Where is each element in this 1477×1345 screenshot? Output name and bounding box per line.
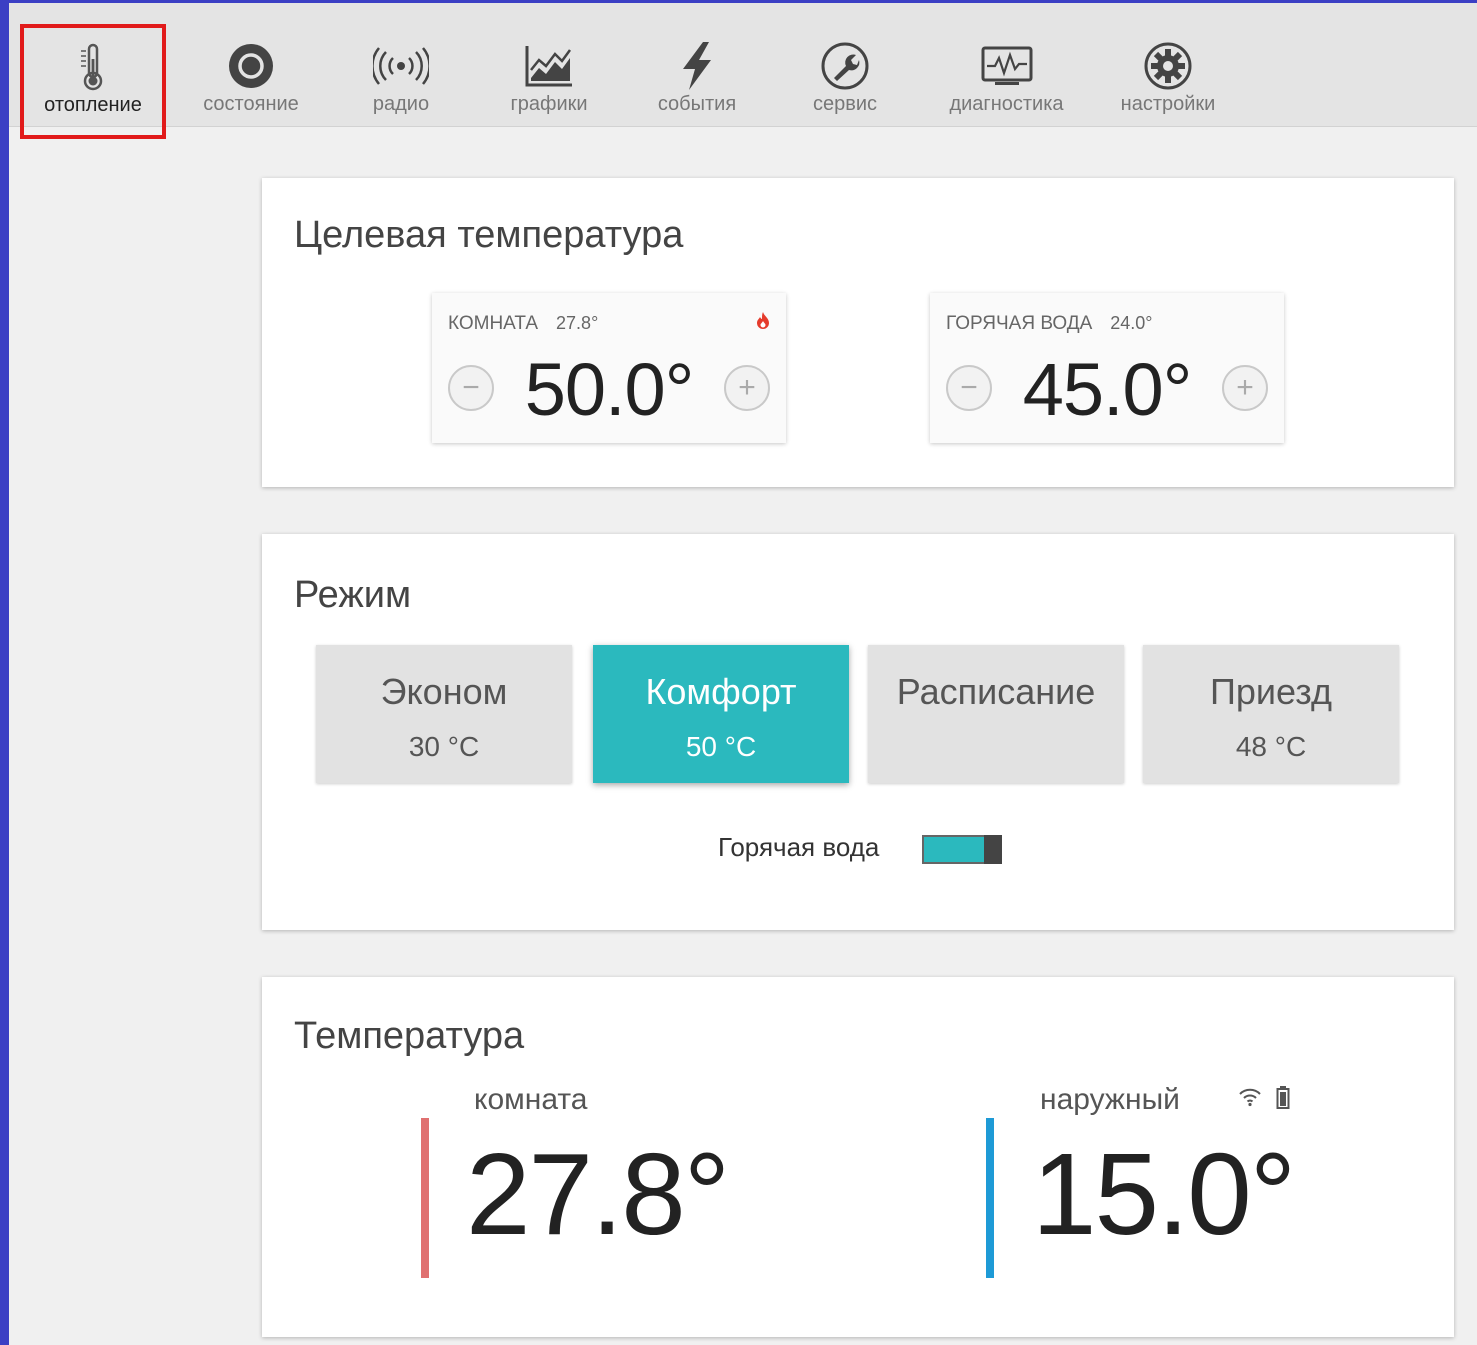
thermometer-icon bbox=[63, 42, 123, 92]
outside-sensor-value: 15.0° bbox=[1032, 1129, 1296, 1259]
nav-heating-label: отопление bbox=[44, 94, 142, 116]
wrench-icon bbox=[815, 41, 875, 91]
room-decrease-button[interactable]: − bbox=[448, 365, 494, 411]
water-target-label: ГОРЯЧАЯ ВОДА bbox=[946, 313, 1093, 334]
mode-economy-button[interactable]: Эконом 30 °C bbox=[316, 645, 572, 783]
nav-events-label: события bbox=[657, 93, 737, 115]
hot-water-toggle[interactable] bbox=[922, 835, 1002, 864]
card-title: Температура bbox=[294, 1015, 525, 1057]
chart-icon bbox=[519, 41, 579, 91]
circle-status-icon bbox=[221, 41, 281, 91]
room-increase-button[interactable]: + bbox=[724, 365, 770, 411]
card-title: Режим bbox=[294, 574, 412, 616]
target-temperature-card: Целевая температура КОМНАТА 27.8° − 50.0°… bbox=[262, 178, 1454, 487]
outside-sensor-label: наружный bbox=[1040, 1083, 1180, 1116]
room-target-label: КОМНАТА bbox=[448, 313, 539, 334]
nav-radio-label: радио bbox=[372, 93, 430, 115]
mode-arrival-button[interactable]: Приезд 48 °C bbox=[1143, 645, 1399, 783]
room-sensor-bar bbox=[421, 1118, 429, 1278]
mode-temp: 30 °C bbox=[408, 731, 480, 762]
nav-charts-label: графики bbox=[510, 93, 588, 115]
flame-icon bbox=[756, 311, 770, 334]
wifi-icon bbox=[1238, 1087, 1262, 1112]
lightning-icon bbox=[667, 41, 727, 91]
mode-name: Эконом bbox=[380, 671, 508, 712]
outside-sensor-bar bbox=[986, 1118, 994, 1278]
nav-settings[interactable]: настройки bbox=[1113, 3, 1223, 127]
nav-diagnostics[interactable]: диагностика bbox=[939, 3, 1074, 127]
gear-icon bbox=[1138, 41, 1198, 91]
mode-temp: 48 °C bbox=[1235, 731, 1307, 762]
battery-icon bbox=[1276, 1085, 1290, 1114]
nav-status-label: состояние bbox=[203, 93, 299, 115]
water-target-header: ГОРЯЧАЯ ВОДА 24.0° bbox=[946, 313, 1153, 335]
nav-service[interactable]: сервис bbox=[795, 3, 895, 127]
toggle-knob bbox=[984, 835, 1002, 864]
nav-settings-label: настройки bbox=[1120, 93, 1216, 115]
mode-comfort-button[interactable]: Комфорт 50 °C bbox=[593, 645, 849, 783]
nav-status[interactable]: состояние bbox=[191, 3, 311, 127]
room-target-value: 50.0° bbox=[524, 348, 695, 431]
room-sensor-label: комната bbox=[474, 1083, 588, 1116]
nav-service-label: сервис bbox=[812, 93, 878, 115]
nav-heating[interactable]: отопление bbox=[20, 24, 166, 139]
mode-schedule-button[interactable]: Расписание bbox=[868, 645, 1124, 783]
water-current-temp: 24.0° bbox=[1110, 313, 1153, 333]
top-nav: отопление состояние радио графики событи… bbox=[9, 3, 1477, 139]
pulse-monitor-icon bbox=[977, 41, 1037, 91]
nav-events[interactable]: события bbox=[647, 3, 747, 127]
mode-temp: 50 °C bbox=[685, 731, 757, 762]
hot-water-label: Горячая вода bbox=[718, 832, 880, 862]
water-target-value: 45.0° bbox=[1022, 348, 1193, 431]
mode-card: Режим Эконом 30 °C Комфорт 50 °C Расписа… bbox=[262, 534, 1454, 930]
mode-name: Расписание bbox=[896, 671, 1096, 712]
room-target-box: КОМНАТА 27.8° − 50.0° + bbox=[432, 293, 786, 443]
nav-diagnostics-label: диагностика bbox=[949, 93, 1064, 115]
water-target-box: ГОРЯЧАЯ ВОДА 24.0° − 45.0° + bbox=[930, 293, 1284, 443]
room-sensor-value: 27.8° bbox=[466, 1129, 730, 1259]
water-decrease-button[interactable]: − bbox=[946, 365, 992, 411]
mode-name: Комфорт bbox=[645, 671, 797, 712]
room-target-header: КОМНАТА 27.8° bbox=[448, 313, 598, 335]
radio-waves-icon bbox=[371, 41, 431, 91]
room-current-temp: 27.8° bbox=[556, 313, 599, 333]
nav-charts[interactable]: графики bbox=[499, 3, 599, 127]
mode-name: Приезд bbox=[1210, 671, 1332, 712]
card-title: Целевая температура bbox=[294, 214, 684, 256]
water-increase-button[interactable]: + bbox=[1222, 365, 1268, 411]
nav-radio[interactable]: радио bbox=[351, 3, 451, 127]
temperature-card: Температура комната 27.8° наружный 15.0° bbox=[262, 977, 1454, 1337]
